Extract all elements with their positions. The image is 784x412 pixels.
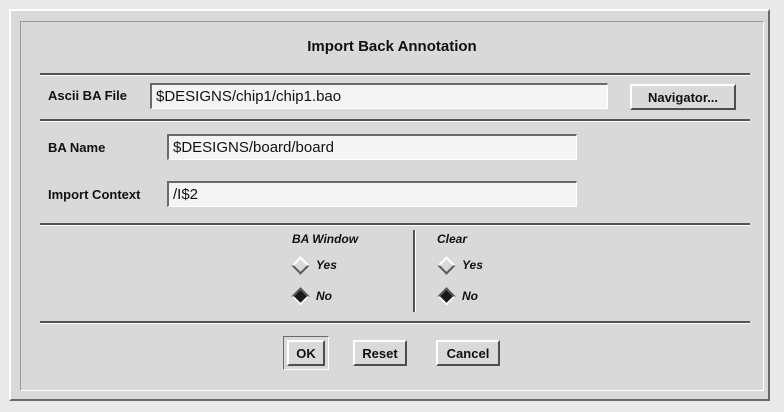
ascii-ba-file-label: Ascii BA File bbox=[48, 88, 127, 103]
separator-fields bbox=[40, 223, 750, 226]
radio-on-icon bbox=[291, 286, 310, 306]
dialog-title: Import Back Annotation bbox=[307, 38, 477, 55]
separator-bottom bbox=[40, 321, 750, 324]
group-divider bbox=[413, 230, 416, 312]
ba-name-field[interactable] bbox=[167, 134, 577, 160]
navigator-button[interactable]: Navigator... bbox=[630, 84, 736, 110]
ba-window-yes-radio[interactable]: Yes bbox=[291, 255, 337, 275]
ascii-ba-file-field[interactable] bbox=[150, 83, 608, 109]
clear-title: Clear bbox=[437, 232, 468, 246]
ok-button[interactable]: OK bbox=[287, 340, 325, 366]
clear-no-label: No bbox=[462, 289, 478, 303]
reset-button[interactable]: Reset bbox=[353, 340, 407, 366]
radio-on-icon bbox=[437, 286, 456, 306]
radio-off-icon bbox=[291, 255, 310, 275]
clear-yes-radio[interactable]: Yes bbox=[437, 255, 483, 275]
clear-yes-label: Yes bbox=[462, 258, 483, 272]
ba-window-no-label: No bbox=[316, 289, 332, 303]
import-context-field[interactable] bbox=[167, 181, 577, 207]
clear-no-radio[interactable]: No bbox=[437, 286, 478, 306]
separator-file bbox=[40, 119, 750, 122]
ba-window-yes-label: Yes bbox=[316, 258, 337, 272]
import-context-label: Import Context bbox=[48, 187, 141, 202]
radio-off-icon bbox=[437, 255, 456, 275]
separator-top bbox=[40, 73, 750, 76]
cancel-button[interactable]: Cancel bbox=[436, 340, 500, 366]
ba-window-title: BA Window bbox=[292, 232, 359, 246]
ba-window-no-radio[interactable]: No bbox=[291, 286, 332, 306]
ba-name-label: BA Name bbox=[48, 140, 106, 155]
